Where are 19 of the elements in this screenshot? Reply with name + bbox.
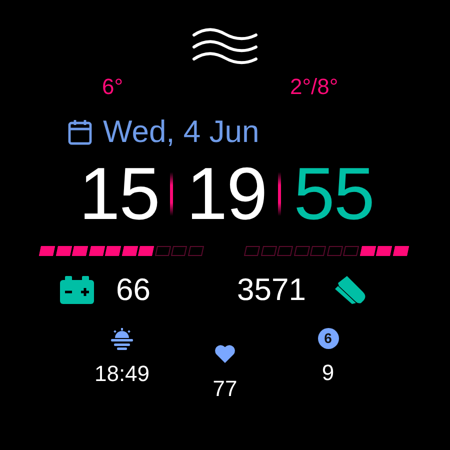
steps-value: 3571 <box>237 272 307 308</box>
date-text: Wed, 4 Jun <box>103 114 260 150</box>
battery-icon <box>60 276 94 304</box>
time-separator <box>278 172 281 216</box>
wind-icon <box>192 27 258 67</box>
sunset-time: 18:49 <box>94 362 150 386</box>
notification-value: 9 <box>322 361 334 385</box>
battery-value: 66 <box>116 272 152 308</box>
calendar-icon <box>68 119 92 145</box>
time-separator <box>170 172 174 216</box>
time-seconds: 55 <box>294 154 374 234</box>
heart-icon <box>214 344 236 363</box>
heart-rate: 77 <box>212 377 238 401</box>
notification-badge: 6 <box>318 328 338 349</box>
time-hours: 15 <box>79 154 160 234</box>
current-temperature: 6° <box>102 74 124 100</box>
sunset-icon <box>110 328 134 350</box>
time-minutes: 19 <box>186 154 267 234</box>
temperature-range: 2°/8° <box>290 74 338 100</box>
